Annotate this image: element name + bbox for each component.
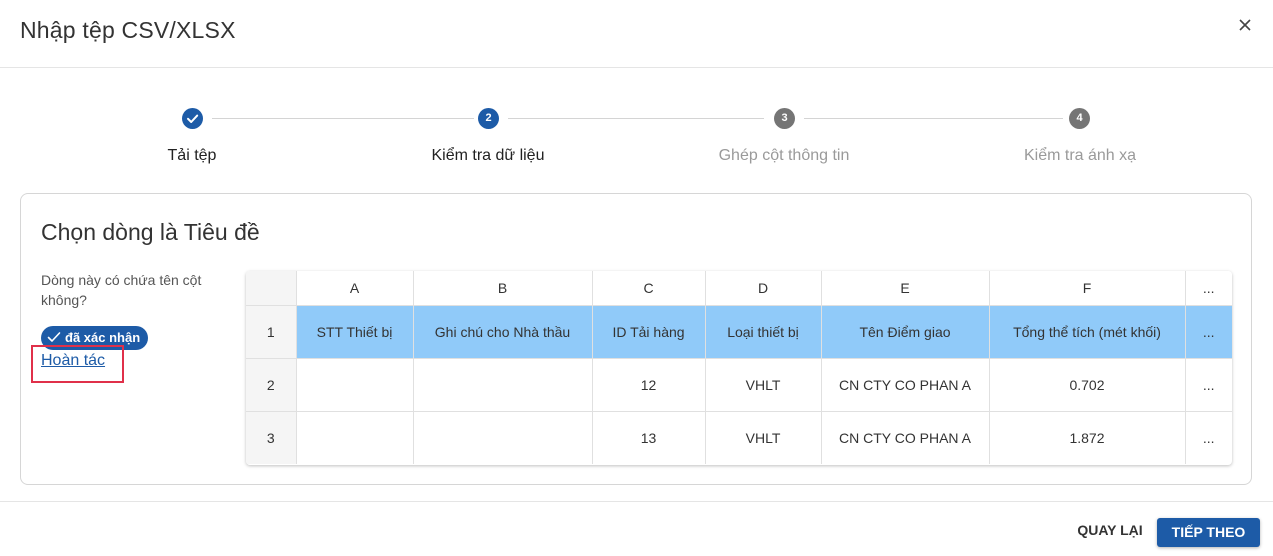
- corner-cell: [246, 271, 297, 306]
- undo-link[interactable]: Hoàn tác: [41, 352, 105, 370]
- column-header-more: ...: [1185, 271, 1232, 306]
- step-2-indicator: 2: [478, 108, 499, 129]
- column-header-row: A B C D E F ...: [246, 271, 1232, 306]
- next-button[interactable]: TIẾP THEO: [1157, 518, 1260, 547]
- table-cell: [296, 358, 414, 412]
- table-cell-more: ...: [1202, 429, 1215, 446]
- column-header: D: [705, 271, 822, 306]
- check-icon: [187, 114, 199, 123]
- table-cell: [413, 411, 593, 464]
- table-cell: 1.872: [989, 411, 1186, 464]
- step-4-indicator: 4: [1069, 108, 1090, 129]
- table-cell: VHLT: [705, 411, 822, 464]
- table-cell-more: ...: [1185, 358, 1232, 412]
- dialog-header: Nhập tệp CSV/XLSX: [0, 0, 1273, 68]
- stepper: 2 3 4 Tải tệp Kiểm tra dữ liệu Ghép cột …: [0, 68, 1273, 188]
- dialog-footer: QUAY LẠI TIẾP THEO: [0, 501, 1273, 556]
- step-connector: [212, 118, 474, 119]
- table-cell: 12: [592, 358, 706, 412]
- preview-table: A B C D E F ... 1 STT Thiết bị Ghi chú c…: [246, 271, 1232, 465]
- header-question: Dòng này có chứa tên cột không?: [41, 272, 202, 308]
- step-2-label: Kiểm tra dữ liệu: [431, 147, 545, 164]
- column-header: E: [821, 271, 990, 306]
- table-cell: STT Thiết bị: [296, 305, 414, 359]
- column-header: F: [989, 271, 1186, 306]
- table-cell: VHLT: [705, 358, 822, 412]
- step-connector: [508, 118, 764, 119]
- header-row-card: Chọn dòng là Tiêu đề Dòng này có chứa tê…: [20, 193, 1252, 485]
- table-cell: 0.702: [989, 358, 1186, 412]
- table-row-header[interactable]: 1 STT Thiết bị Ghi chú cho Nhà thầu ID T…: [246, 305, 1232, 359]
- column-header: C: [592, 271, 706, 306]
- table-cell: Tổng thể tích (mét khối): [989, 305, 1186, 359]
- card-title: Chọn dòng là Tiêu đề: [41, 219, 260, 245]
- table-cell: CN CTY CO PHAN A: [821, 358, 990, 412]
- step-connector: [804, 118, 1063, 119]
- table-cell: Ghi chú cho Nhà thầu: [413, 305, 593, 359]
- step-3-indicator: 3: [774, 108, 795, 129]
- dialog-title: Nhập tệp CSV/XLSX: [20, 17, 236, 43]
- step-4-label: Kiểm tra ánh xạ: [1023, 147, 1137, 164]
- row-number: 2: [246, 358, 297, 412]
- step-1-label: Tải tệp: [167, 147, 217, 164]
- table-cell: [413, 358, 593, 412]
- table-cell: ID Tải hàng: [592, 305, 706, 359]
- row-number: 1: [246, 305, 297, 359]
- table-cell: Tên Điểm giao: [821, 305, 990, 359]
- step-1-indicator: [182, 108, 203, 129]
- table-row[interactable]: 3 13 VHLT CN CTY CO PHAN A 1.872 ...: [246, 411, 1232, 464]
- confirmed-badge-label: đã xác nhận: [65, 330, 141, 345]
- table-row[interactable]: 2 12 VHLT CN CTY CO PHAN A 0.702 ...: [246, 358, 1232, 412]
- table-cell: CN CTY CO PHAN A: [821, 411, 990, 464]
- table-cell-more: ...: [1185, 305, 1232, 359]
- table-cell: Loại thiết bị: [705, 305, 822, 359]
- column-header: B: [413, 271, 593, 306]
- row-number: 3: [246, 411, 297, 464]
- back-button[interactable]: QUAY LẠI: [1070, 522, 1150, 538]
- table-cell: 13: [592, 411, 706, 464]
- step-3-label: Ghép cột thông tin: [718, 147, 850, 164]
- close-icon[interactable]: [1232, 12, 1258, 38]
- table-cell: [296, 411, 414, 464]
- column-header: A: [296, 271, 414, 306]
